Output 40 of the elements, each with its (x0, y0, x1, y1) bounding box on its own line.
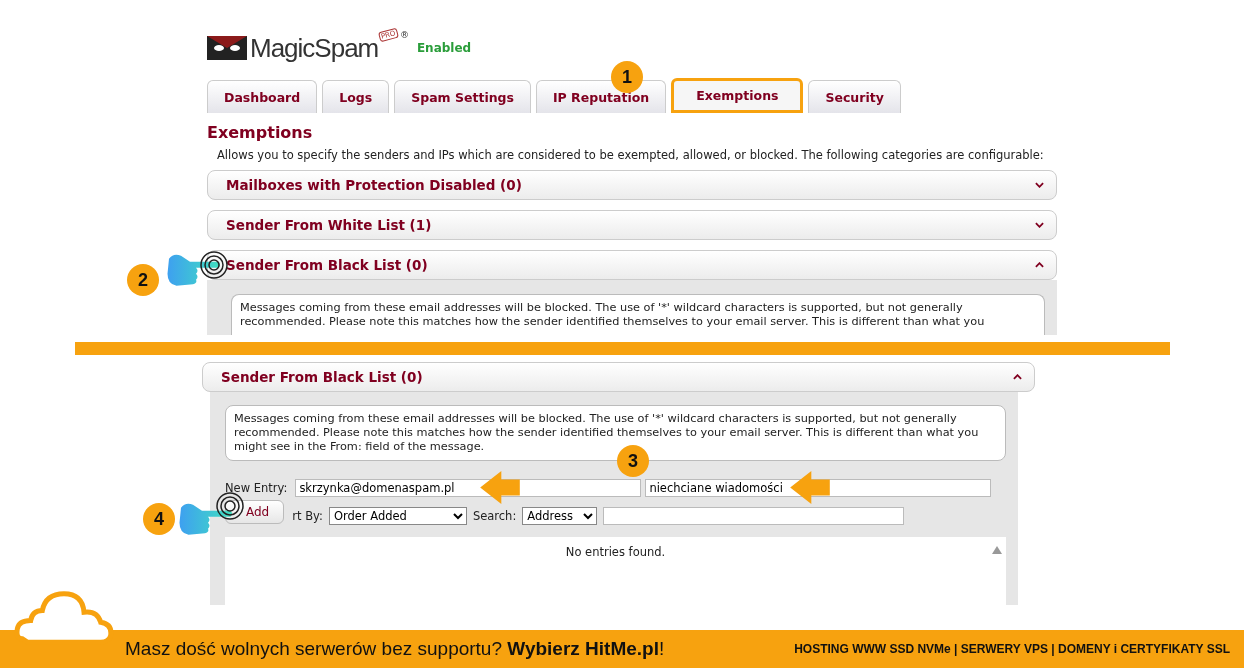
chevron-icon (1035, 262, 1044, 268)
registered-mark: ® (399, 30, 409, 40)
accordion-header[interactable]: Sender From Black List (0) (202, 362, 1035, 392)
tap-rings-icon (215, 491, 245, 521)
logo-text: MagicSpam (250, 32, 379, 64)
chevron-icon (1035, 222, 1044, 228)
accordion-header[interactable]: Sender From Black List (0) (207, 250, 1057, 280)
empty-message: No entries found. (565, 545, 666, 559)
address-input[interactable]: skrzynka@domenaspam.pl (295, 479, 642, 497)
chevron-icon (1035, 182, 1044, 188)
tab[interactable]: Exemptions (671, 78, 804, 113)
step-number-badge: 3 (617, 445, 649, 477)
field-label: Search: (472, 509, 517, 523)
step-number-badge: 4 (143, 503, 175, 535)
step-number-badge: 1 (611, 61, 643, 93)
tap-rings-icon (199, 250, 229, 280)
sort-dropdown[interactable]: Order Added (328, 507, 467, 525)
tab[interactable]: Logs (322, 80, 390, 113)
promo-text: Masz dość wolnych serwerów bez supportu? Wybierz HitMe.pl! (125, 638, 665, 660)
accordion-header[interactable]: Mailboxes with Protection Disabled (0) (207, 170, 1057, 200)
description-text: Messages coming from these email addresses will be blocked. The use of '*' wildcard characters is supported, but not generally recommended. Please note this matches how the sender identified themselves to your email server. This is different than what you (231, 294, 1045, 335)
intro-text: Allows you to specify the senders and IPs which are considered to be exempted, allowed, or blocked. The following categories are configurable: (217, 148, 1045, 162)
left-arrow-icon (480, 471, 520, 504)
step-number-badge: 2 (127, 264, 159, 296)
scroll-up-icon[interactable] (992, 546, 1002, 554)
search-input[interactable] (603, 507, 905, 525)
mask-logo-icon (207, 36, 247, 60)
field-label: rt By: (292, 509, 323, 523)
tab[interactable]: Dashboard (207, 80, 318, 113)
tab[interactable]: Security (808, 80, 901, 113)
field-label: New Entry: (225, 481, 288, 495)
tab[interactable]: Spam Settings (394, 80, 531, 113)
search-field-dropdown[interactable]: Address (522, 507, 598, 525)
left-arrow-icon (790, 471, 830, 504)
accordion-header[interactable]: Sender From White List (1) (207, 210, 1057, 240)
status-text: Enabled (416, 41, 472, 55)
comment-input[interactable]: niechciane wiadomości (645, 479, 992, 497)
services-text: HOSTING WWW SSD NVMe | SERWERY VPS | DOMENY i CERTYFIKATY SSL (794, 642, 1230, 656)
chevron-icon (1013, 374, 1022, 380)
page-heading: Exemptions (207, 123, 314, 142)
